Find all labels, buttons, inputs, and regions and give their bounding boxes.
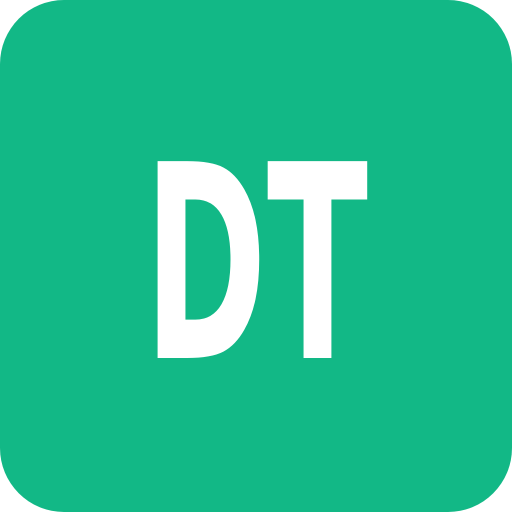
app-icon[interactable]: DT: [0, 0, 512, 512]
monogram-text: DT: [144, 107, 369, 422]
monogram-graphic: DT: [144, 107, 369, 422]
